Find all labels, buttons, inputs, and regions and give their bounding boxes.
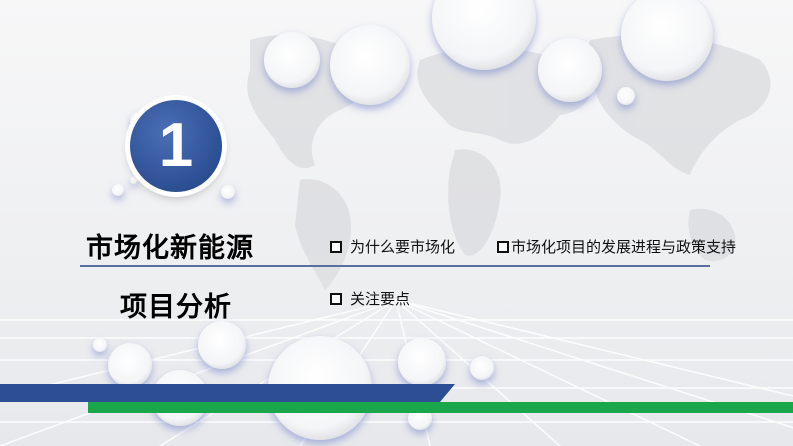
title-divider [80, 265, 710, 267]
blue-stripe [0, 384, 455, 402]
square-bullet-icon [497, 240, 509, 253]
agenda-item-text: 市场化项目的发展进程与政策支持 [511, 238, 737, 256]
section-number-badge: 1 [130, 100, 222, 192]
square-bullet-icon [330, 292, 342, 305]
section-title-line-1: 市场化新能源 [86, 233, 254, 264]
agenda-item-text: 为什么要市场化 [350, 238, 456, 256]
agenda-item: 市场化项目的发展进程与政策支持 [497, 236, 736, 257]
agenda-item-text: 关注要点 [350, 290, 411, 308]
agenda-item: 关注要点 [330, 288, 410, 309]
agenda-item: 为什么要市场化 [330, 236, 455, 257]
green-stripe [88, 402, 793, 413]
square-bullet-icon [330, 240, 342, 253]
section-title-line-2: 项目分析 [120, 292, 232, 323]
section-number: 1 [158, 111, 194, 180]
decorative-circles [0, 0, 793, 440]
